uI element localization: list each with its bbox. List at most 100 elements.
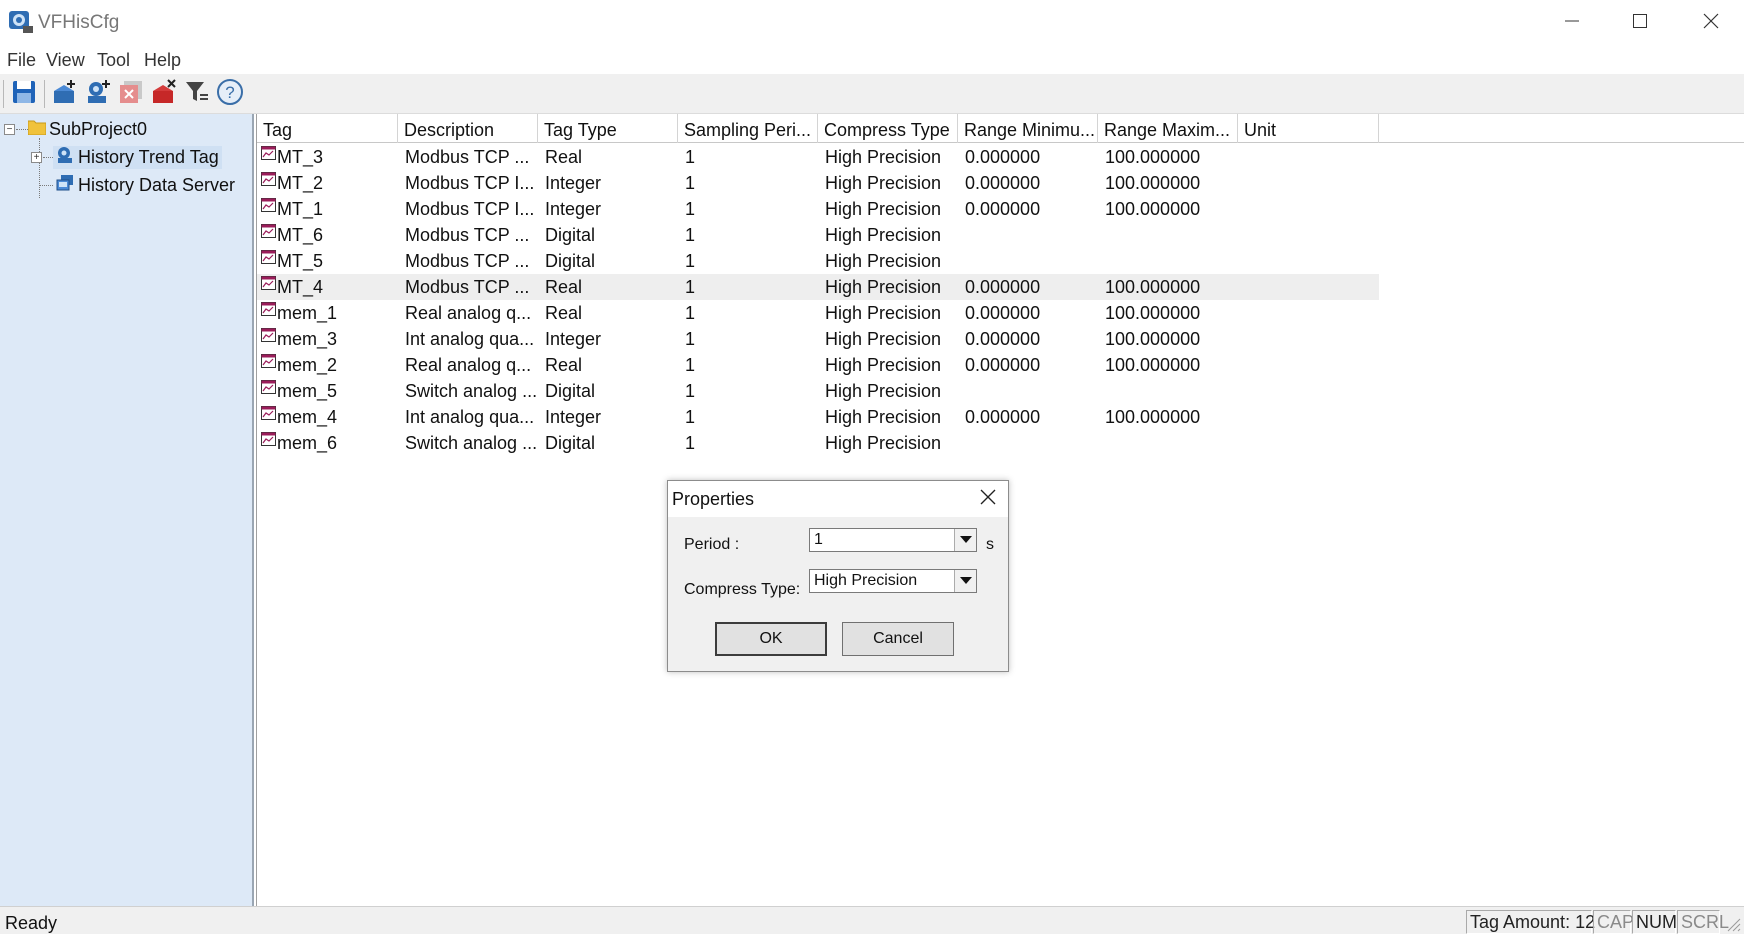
- add-tag-button[interactable]: [83, 78, 113, 110]
- toolbar: ?: [0, 74, 1744, 114]
- minimize-icon: [1564, 13, 1580, 34]
- chevron-down-icon: [959, 572, 972, 590]
- resize-grip-icon[interactable]: [1724, 915, 1742, 938]
- list-header: Tag Description Tag Type Sampling Peri..…: [257, 114, 1744, 143]
- column-header-description[interactable]: Description: [398, 114, 538, 143]
- cell-compress-type: High Precision: [825, 277, 942, 297]
- menu-bar: File View Tool Help: [0, 46, 1744, 74]
- ok-button[interactable]: OK: [715, 622, 827, 656]
- tree-node-label: History Data Server: [78, 175, 236, 195]
- cell-tag-type: Digital: [545, 381, 596, 401]
- scroll-lock-indicator: SCRL: [1677, 910, 1729, 934]
- cell-description: Real analog q...: [405, 303, 532, 323]
- minimize-button[interactable]: [1537, 0, 1607, 46]
- dialog-close-button[interactable]: [968, 481, 1008, 517]
- table-row[interactable]: mem_1 Real analog q... Real 1 High Precision…: [257, 300, 1744, 326]
- tag-amount-indicator: Tag Amount: 12: [1466, 910, 1595, 934]
- toolbar-grip: [3, 80, 4, 108]
- table-row[interactable]: MT_6 Modbus TCP ... Digital 1 High Precision: [257, 222, 1744, 248]
- trend-tag-icon: [261, 354, 276, 368]
- cell-tag: MT_6: [277, 225, 324, 245]
- compress-type-dropdown-button[interactable]: [954, 570, 976, 592]
- close-window-button[interactable]: [1676, 0, 1744, 46]
- cell-sampling-period: 1: [685, 433, 696, 453]
- column-header-tag[interactable]: Tag: [257, 114, 398, 143]
- cell-description: Switch analog ...: [405, 381, 538, 401]
- menu-view[interactable]: View: [46, 50, 85, 71]
- column-header-range-maximum[interactable]: Range Maxim...: [1098, 114, 1238, 143]
- cell-range-maximum: 100.000000: [1105, 407, 1201, 427]
- trend-tag-icon: [261, 406, 276, 420]
- add-project-button[interactable]: [50, 78, 80, 110]
- tree-node-history-trend-tag[interactable]: History Trend Tag: [53, 146, 222, 169]
- menu-file[interactable]: File: [7, 50, 36, 71]
- table-row[interactable]: mem_3 Int analog qua... Integer 1 High Preci…: [257, 326, 1744, 352]
- save-button[interactable]: [9, 78, 39, 110]
- cell-compress-type: High Precision: [825, 329, 942, 349]
- tree-node-subproject0[interactable]: SubProject0: [27, 119, 147, 140]
- compress-type-combobox[interactable]: High Precision: [809, 569, 977, 593]
- period-dropdown-button[interactable]: [954, 529, 976, 551]
- filter-icon: [184, 79, 210, 110]
- table-row[interactable]: mem_5 Switch analog ... Digital 1 High Preci…: [257, 378, 1744, 404]
- cell-sampling-period: 1: [685, 277, 696, 297]
- cell-range-minimum: 0.000000: [965, 407, 1041, 427]
- cancel-button[interactable]: Cancel: [842, 622, 954, 656]
- cell-tag-type: Real: [545, 355, 583, 375]
- maximize-button[interactable]: [1605, 0, 1675, 46]
- filter-button[interactable]: [182, 78, 212, 110]
- cell-compress-type: High Precision: [825, 381, 942, 401]
- table-row[interactable]: MT_5 Modbus TCP ... Digital 1 High Precision: [257, 248, 1744, 274]
- tree-connector: [43, 157, 53, 158]
- delete-all-icon: [151, 78, 177, 110]
- cell-sampling-period: 1: [685, 381, 696, 401]
- cell-description: Int analog qua...: [405, 407, 535, 427]
- table-row[interactable]: MT_2 Modbus TCP I... Integer 1 High Precisio…: [257, 170, 1744, 196]
- maximize-icon: [1632, 13, 1648, 34]
- column-header-sampling-period[interactable]: Sampling Peri...: [678, 114, 818, 143]
- column-header-compress-type[interactable]: Compress Type: [818, 114, 958, 143]
- cell-sampling-period: 1: [685, 199, 696, 219]
- properties-dialog: Properties Period : 1 s Compress Type: H…: [667, 480, 1009, 672]
- column-header-unit[interactable]: Unit: [1238, 114, 1379, 143]
- cell-tag-type: Real: [545, 303, 583, 323]
- tree-node-history-data-server[interactable]: History Data Server: [53, 174, 238, 197]
- table-row[interactable]: MT_3 Modbus TCP ... Real 1 High Precision 0.0…: [257, 144, 1744, 170]
- column-header-tag-type[interactable]: Tag Type: [538, 114, 678, 143]
- trend-tag-icon: [261, 328, 276, 342]
- delete-tag-icon: [118, 79, 144, 110]
- period-combobox[interactable]: 1: [809, 528, 977, 552]
- add-tag-icon: [85, 79, 111, 110]
- table-row[interactable]: MT_4 Modbus TCP ... Real 1 High Precision 0.0…: [257, 274, 1379, 300]
- tree-collapse-toggle[interactable]: −: [4, 124, 15, 135]
- table-row[interactable]: MT_1 Modbus TCP I... Integer 1 High Precisio…: [257, 196, 1744, 222]
- period-unit-label: s: [986, 536, 994, 553]
- tree-node-label: History Trend Tag: [78, 147, 219, 167]
- delete-tag-button[interactable]: [116, 78, 146, 110]
- delete-all-button[interactable]: [149, 78, 179, 110]
- menu-tool[interactable]: Tool: [97, 50, 130, 71]
- folder-icon: [27, 119, 47, 140]
- cell-tag: MT_4: [277, 277, 324, 297]
- table-row[interactable]: mem_2 Real analog q... Real 1 High Precision…: [257, 352, 1744, 378]
- dialog-title: Properties: [672, 489, 755, 509]
- trend-tag-icon: [261, 198, 276, 212]
- cell-description: Modbus TCP I...: [405, 173, 535, 193]
- trend-tag-icon: [261, 380, 276, 394]
- dialog-title-bar[interactable]: Properties: [668, 481, 1008, 517]
- cell-compress-type: High Precision: [825, 433, 942, 453]
- help-button[interactable]: ?: [215, 78, 245, 110]
- cell-sampling-period: 1: [685, 173, 696, 193]
- period-label: Period :: [684, 536, 740, 553]
- column-header-range-minimum[interactable]: Range Minimu...: [958, 114, 1098, 143]
- cell-tag-type: Integer: [545, 173, 602, 193]
- cell-description: Modbus TCP ...: [405, 277, 530, 297]
- tree-expand-toggle[interactable]: +: [31, 152, 42, 163]
- cell-description: Modbus TCP I...: [405, 199, 535, 219]
- cell-compress-type: High Precision: [825, 173, 942, 193]
- table-row[interactable]: mem_4 Int analog qua... Integer 1 High Preci…: [257, 404, 1744, 430]
- cell-sampling-period: 1: [685, 147, 696, 167]
- cell-range-maximum: 100.000000: [1105, 147, 1201, 167]
- menu-help[interactable]: Help: [144, 50, 181, 71]
- table-row[interactable]: mem_6 Switch analog ... Digital 1 High Preci…: [257, 430, 1744, 456]
